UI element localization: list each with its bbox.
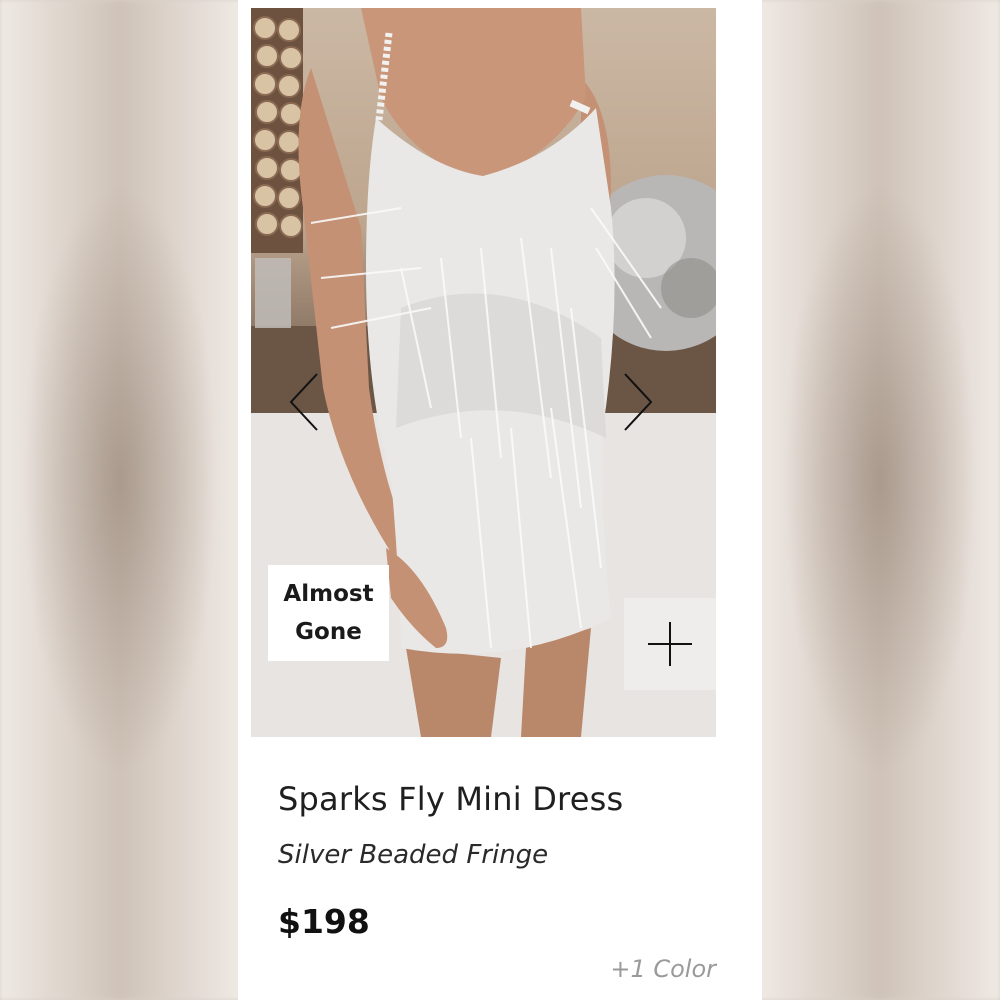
product-card[interactable]: Almost Gone Sparks Fly Mini Dress Silver… <box>238 0 762 1000</box>
product-title[interactable]: Sparks Fly Mini Dress <box>278 780 623 818</box>
chevron-left-icon <box>289 373 318 431</box>
badge-line-2: Gone <box>295 619 362 645</box>
chevron-right-icon <box>624 373 653 431</box>
product-color-name: Silver Beaded Fringe <box>278 840 549 870</box>
more-colors-link[interactable]: +1 Color <box>610 955 716 983</box>
plus-icon <box>648 622 692 666</box>
product-image[interactable]: Almost Gone <box>251 8 716 737</box>
prev-image-button[interactable] <box>285 370 325 434</box>
add-to-wishlist-button[interactable] <box>624 598 716 690</box>
badge-line-1: Almost <box>283 581 374 607</box>
status-badge: Almost Gone <box>268 565 389 661</box>
product-price: $198 <box>278 902 370 941</box>
next-image-button[interactable] <box>617 370 657 434</box>
